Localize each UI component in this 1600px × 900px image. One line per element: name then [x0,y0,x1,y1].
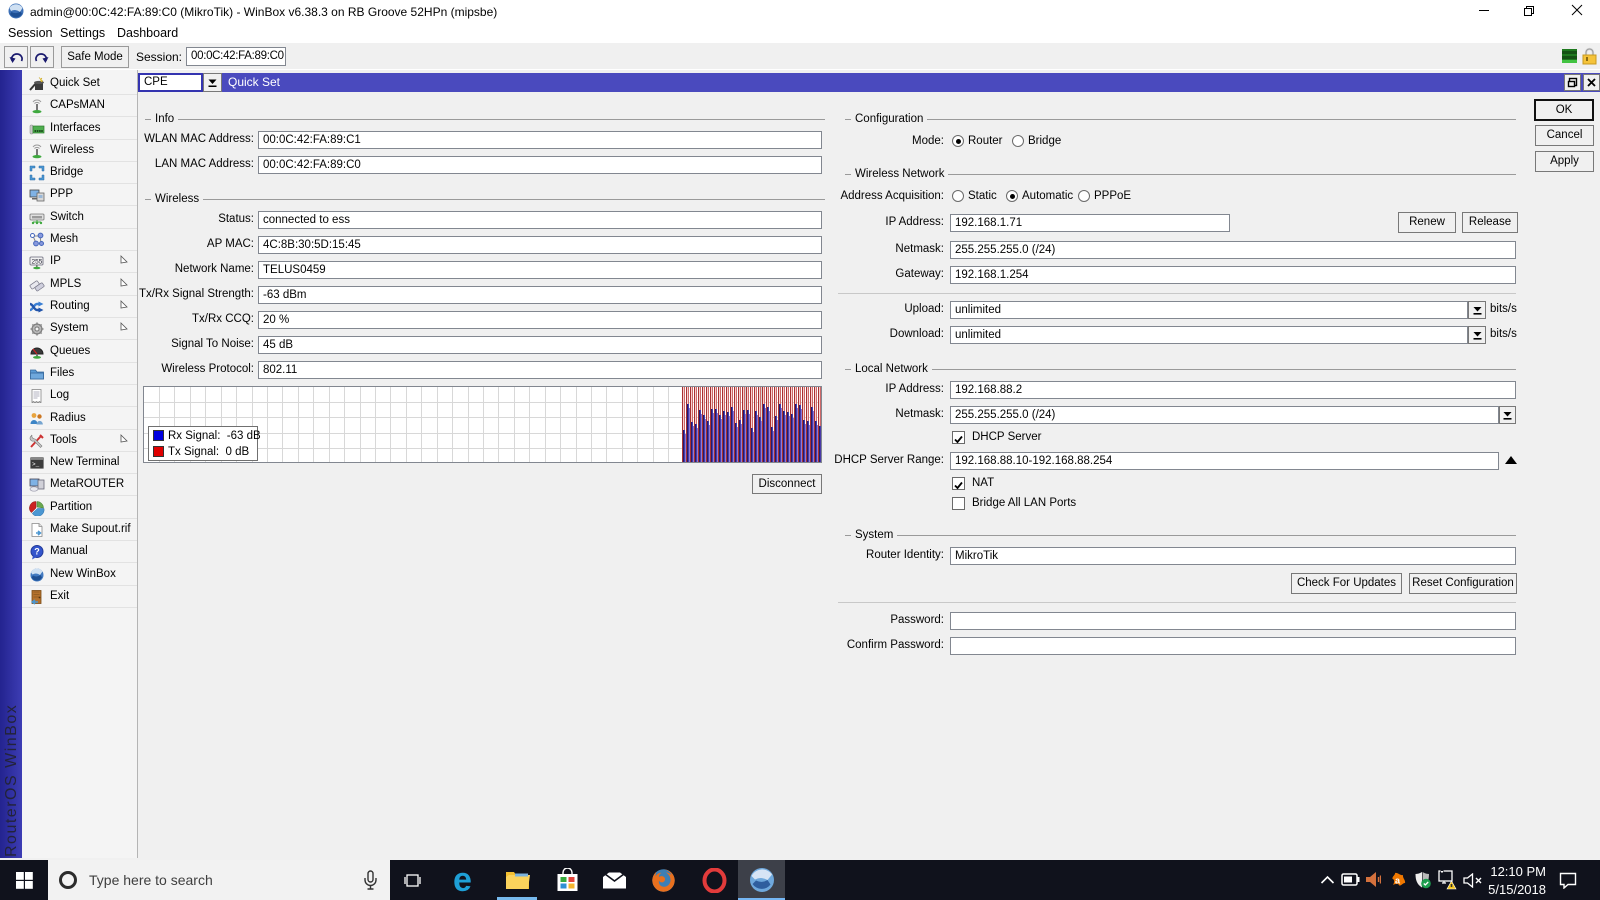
svg-text:?: ? [34,547,40,557]
svg-text:255: 255 [32,259,43,266]
svg-text:>_: >_ [32,461,40,468]
